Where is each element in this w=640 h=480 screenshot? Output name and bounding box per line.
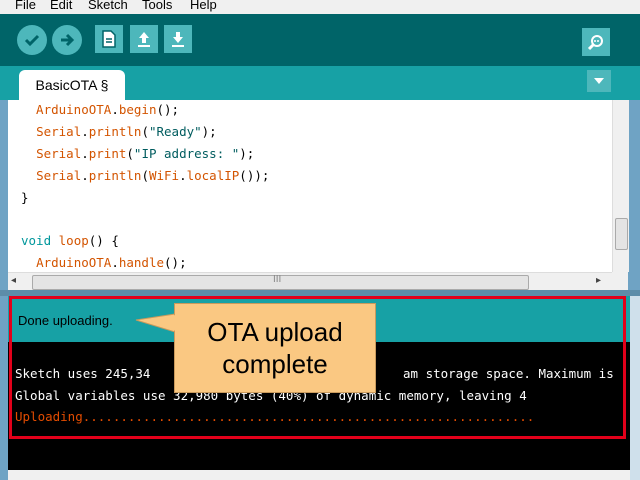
- chevron-down-icon: [594, 78, 604, 84]
- console-line-1: Sketch uses 245,34 am storage space. Maxi…: [15, 366, 614, 381]
- code-line: ArduinoOTA.begin();: [21, 102, 180, 117]
- open-button[interactable]: [130, 25, 158, 53]
- code-line: Serial.println("Ready");: [36, 124, 217, 139]
- editor-vertical-scrollbar[interactable]: [612, 100, 629, 272]
- code-line: Serial.println(WiFi.localIP());: [36, 168, 270, 183]
- tab-strip: BasicOTA §: [0, 66, 640, 100]
- serial-monitor-button[interactable]: [582, 28, 610, 56]
- menu-tools[interactable]: Tools: [142, 0, 172, 12]
- checkmark-icon: [24, 34, 40, 47]
- callout-line-2: complete: [222, 349, 328, 379]
- scroll-right-arrow-icon[interactable]: ▸: [596, 275, 601, 286]
- scroll-grip: III: [273, 274, 282, 285]
- window-edge: [630, 296, 640, 480]
- scrollbar-thumb[interactable]: III: [32, 274, 529, 290]
- editor-horizontal-scrollbar[interactable]: ◂ III ▸: [8, 272, 612, 291]
- new-sketch-button[interactable]: [95, 25, 123, 53]
- arrow-right-icon: [61, 33, 75, 47]
- new-sketch-icon: [102, 30, 116, 48]
- save-button[interactable]: [164, 25, 192, 53]
- code-line: }: [21, 190, 29, 205]
- serial-monitor-icon: [587, 35, 603, 51]
- status-text: Done uploading.: [18, 313, 113, 328]
- scroll-corner: [612, 272, 628, 290]
- menu-help[interactable]: Help: [190, 0, 217, 12]
- save-down-arrow-icon: [172, 32, 184, 47]
- code-line: ArduinoOTA.handle();: [36, 255, 187, 270]
- verify-button[interactable]: [17, 25, 47, 55]
- code-line: void loop() {: [21, 233, 119, 248]
- callout-line-1: OTA upload: [207, 316, 343, 347]
- callout-annotation: OTA upload complete: [174, 303, 376, 393]
- scroll-left-arrow-icon[interactable]: ◂: [11, 275, 16, 286]
- menu-edit[interactable]: Edit: [50, 0, 72, 12]
- tab-menu-button[interactable]: [587, 70, 611, 92]
- upload-button[interactable]: [52, 25, 82, 55]
- code-editor[interactable]: ArduinoOTA.begin(); Serial.println("Read…: [8, 100, 612, 272]
- menu-sketch[interactable]: Sketch: [88, 0, 128, 12]
- toolbar: [0, 14, 640, 66]
- console-scrollbar[interactable]: [8, 470, 630, 480]
- menu-file[interactable]: File: [15, 0, 36, 12]
- open-up-arrow-icon: [138, 32, 150, 47]
- code-line: Serial.print("IP address: ");: [36, 146, 255, 161]
- menu-bar: File Edit Sketch Tools Help: [0, 0, 640, 14]
- console-line-3: Uploading...............................…: [15, 409, 535, 424]
- scrollbar-thumb[interactable]: [615, 218, 628, 250]
- tab-basicota[interactable]: BasicOTA §: [19, 70, 125, 100]
